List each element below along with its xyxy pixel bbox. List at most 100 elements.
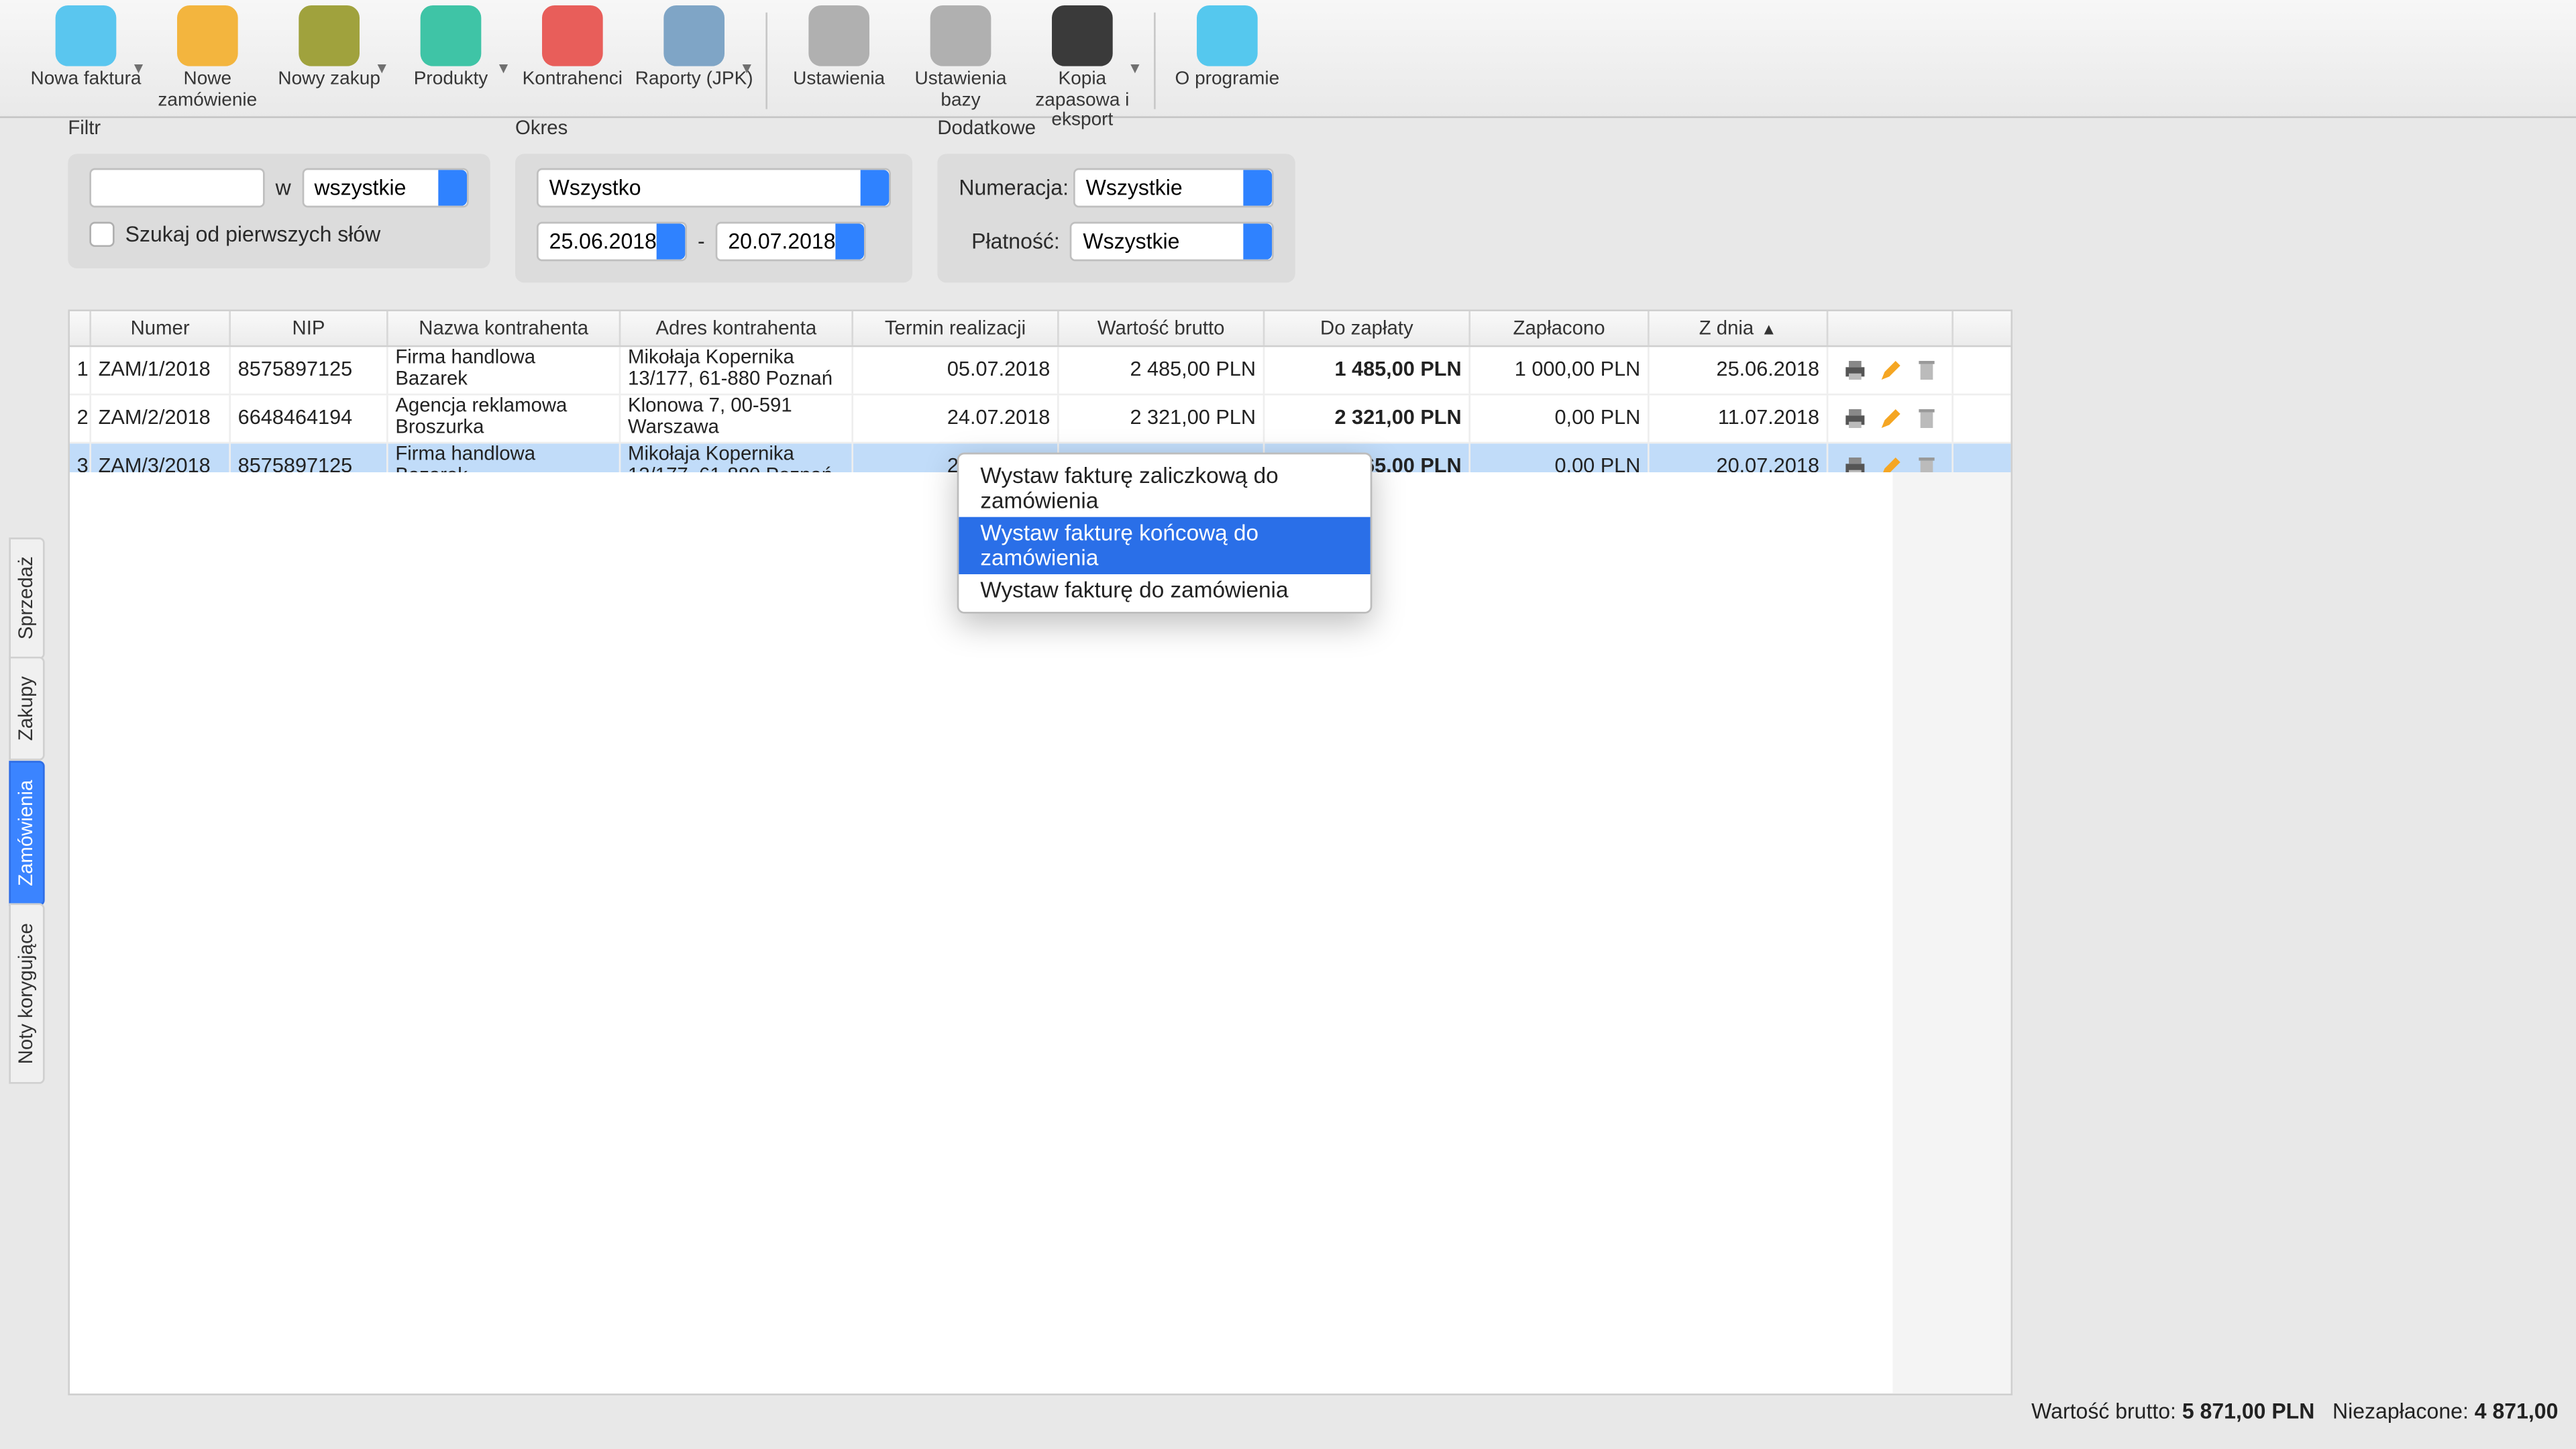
toolbar-label: Nowe zamówienie	[147, 70, 268, 111]
dropdown-arrow-icon: ▾	[134, 59, 143, 78]
toolbar-label: Ustawienia bazy	[900, 70, 1021, 111]
table-row[interactable]: 1ZAM/1/20188575897125Firma handlowa Baza…	[70, 347, 2010, 395]
toolbar-icon	[930, 5, 991, 66]
cell: ZAM/2/2018	[91, 395, 231, 441]
footer-niezap-value: 4 871,00	[2475, 1399, 2559, 1424]
toolbar-raporty-jpk-[interactable]: Raporty (JPK)▾	[633, 5, 755, 91]
toolbar-label: O programie	[1175, 70, 1280, 91]
col-header[interactable]: NIP	[231, 311, 388, 345]
footer-niezap-label: Niezapłacone:	[2332, 1399, 2469, 1424]
dropdown-arrow-icon: ▾	[743, 59, 751, 78]
context-menu-item[interactable]: Wystaw fakturę zaliczkową do zamówienia	[959, 460, 1370, 517]
okres-panel: Wszystko 25.06.2018 - 20.07.2018	[515, 154, 912, 282]
delete-icon[interactable]	[1913, 406, 1938, 431]
sidetab-noty-korygujące[interactable]: Noty korygujące	[9, 903, 44, 1083]
platnosc-select[interactable]: Wszystkie	[1071, 222, 1274, 262]
filter-firstwords-label: Szukaj od pierwszych słów	[125, 222, 381, 247]
okres-range-select[interactable]: Wszystko	[537, 168, 891, 208]
col-header[interactable]: Zapłacono	[1470, 311, 1650, 345]
sidetab-zamówienia[interactable]: Zamówienia	[9, 759, 44, 905]
delete-icon[interactable]	[1913, 358, 1938, 382]
cell: 2 321,00 PLN	[1265, 395, 1470, 441]
toolbar-produkty[interactable]: Produkty▾	[390, 5, 511, 91]
toolbar-icon	[808, 5, 869, 66]
toolbar-icon	[421, 5, 482, 66]
col-header[interactable]: Numer	[91, 311, 231, 345]
okres-sep: -	[698, 229, 705, 254]
toolbar-o-programie[interactable]: O programie	[1167, 5, 1288, 91]
filter-input[interactable]	[89, 168, 264, 208]
toolbar-label: Ustawienia	[793, 70, 885, 91]
filter-w-label: w	[276, 175, 291, 200]
cell: 2 321,00 PLN	[1059, 395, 1265, 441]
filter-panel: w wszystkie Szukaj od pierwszych słów	[68, 154, 490, 268]
context-menu: Wystaw fakturę zaliczkową do zamówieniaW…	[957, 453, 1373, 614]
footer-brutto-label: Wartość brutto:	[2031, 1399, 2176, 1424]
toolbar-label: Nowa faktura	[31, 70, 142, 91]
col-header[interactable]	[1828, 311, 1953, 345]
toolbar-label: Produkty	[414, 70, 488, 91]
table-row[interactable]: 2ZAM/2/20186648464194Agencja reklamowa B…	[70, 395, 2010, 443]
cell: 1 485,00 PLN	[1265, 347, 1470, 393]
cell: 25.06.2018	[1650, 347, 1829, 393]
col-header[interactable]: Adres kontrahenta	[621, 311, 853, 345]
cell: ZAM/1/2018	[91, 347, 231, 393]
okres-from-date[interactable]: 25.06.2018	[537, 222, 687, 262]
side-tabs: SprzedażZakupyZamówieniaNoty korygujące	[9, 537, 44, 1082]
toolbar: Nowa faktura▾Nowe zamówienieNowy zakup▾P…	[0, 0, 2576, 118]
okres-to-date[interactable]: 20.07.2018	[716, 222, 866, 262]
dropdown-arrow-icon: ▾	[1130, 59, 1139, 78]
cell: Mikołaja Kopernika 13/177, 61-880 Poznań	[621, 347, 853, 393]
cell: 8575897125	[231, 347, 388, 393]
sidetab-zakupy[interactable]: Zakupy	[9, 657, 44, 761]
cell: 05.07.2018	[853, 347, 1059, 393]
col-header[interactable]: Termin realizacji	[853, 311, 1059, 345]
col-header[interactable]	[70, 311, 91, 345]
edit-icon[interactable]	[1878, 358, 1902, 382]
filter-firstwords-checkbox[interactable]	[89, 222, 114, 247]
toolbar-kopia-zapasowa-i-eksport[interactable]: Kopia zapasowa i eksport▾	[1022, 5, 1143, 131]
toolbar-ustawienia-bazy[interactable]: Ustawienia bazy	[900, 5, 1021, 111]
cell: 0,00 PLN	[1470, 395, 1650, 441]
sort-asc-icon: ▲	[1761, 319, 1777, 337]
print-icon[interactable]	[1841, 406, 1866, 431]
toolbar-icon	[1052, 5, 1113, 66]
dodatkowe-title: Dodatkowe	[937, 118, 1036, 140]
toolbar-separator	[765, 13, 767, 109]
toolbar-ustawienia[interactable]: Ustawienia	[778, 5, 900, 91]
cell: Klonowa 7, 00-591 Warszawa	[621, 395, 853, 441]
okres-title: Okres	[515, 118, 568, 140]
toolbar-separator	[1154, 13, 1156, 109]
print-icon[interactable]	[1841, 358, 1866, 382]
context-menu-item[interactable]: Wystaw fakturę do zamówienia	[959, 574, 1370, 606]
col-header[interactable]: Nazwa kontrahenta	[388, 311, 621, 345]
col-header[interactable]: Z dnia ▲	[1650, 311, 1829, 345]
context-menu-item[interactable]: Wystaw fakturę końcową do zamówienia	[959, 517, 1370, 574]
cell: Firma handlowa Bazarek	[388, 347, 621, 393]
col-header[interactable]: Wartość brutto	[1059, 311, 1265, 345]
toolbar-icon	[663, 5, 724, 66]
cell: 11.07.2018	[1650, 395, 1829, 441]
numeracja-label: Numeracja:	[959, 175, 1063, 200]
edit-icon[interactable]	[1878, 406, 1902, 431]
dropdown-arrow-icon: ▾	[378, 59, 386, 78]
row-actions	[1828, 395, 1953, 441]
cell: Agencja reklamowa Broszurka	[388, 395, 621, 441]
toolbar-nowa-faktura[interactable]: Nowa faktura▾	[25, 5, 146, 91]
filter-scope-select[interactable]: wszystkie	[302, 168, 469, 208]
numeracja-select[interactable]: Wszystkie	[1073, 168, 1274, 208]
cell: 1 000,00 PLN	[1470, 347, 1650, 393]
sidetab-sprzedaż[interactable]: Sprzedaż	[9, 537, 44, 659]
filter-title: Filtr	[68, 118, 101, 140]
toolbar-icon	[177, 5, 238, 66]
footer-summary: Wartość brutto: 5 871,00 PLN Niezapłacon…	[2031, 1399, 2558, 1424]
col-header[interactable]: Do zapłaty	[1265, 311, 1470, 345]
dodatkowe-panel: Numeracja: Wszystkie Płatność: Wszystkie	[937, 154, 1295, 282]
toolbar-nowy-zakup[interactable]: Nowy zakup▾	[268, 5, 390, 91]
toolbar-nowe-zamówienie[interactable]: Nowe zamówienie	[147, 5, 268, 111]
platnosc-label: Płatność:	[959, 229, 1059, 254]
toolbar-kontrahenci[interactable]: Kontrahenci	[512, 5, 633, 91]
toolbar-icon	[1197, 5, 1258, 66]
toolbar-label: Raporty (JPK)	[635, 70, 753, 91]
cell: 6648464194	[231, 395, 388, 441]
